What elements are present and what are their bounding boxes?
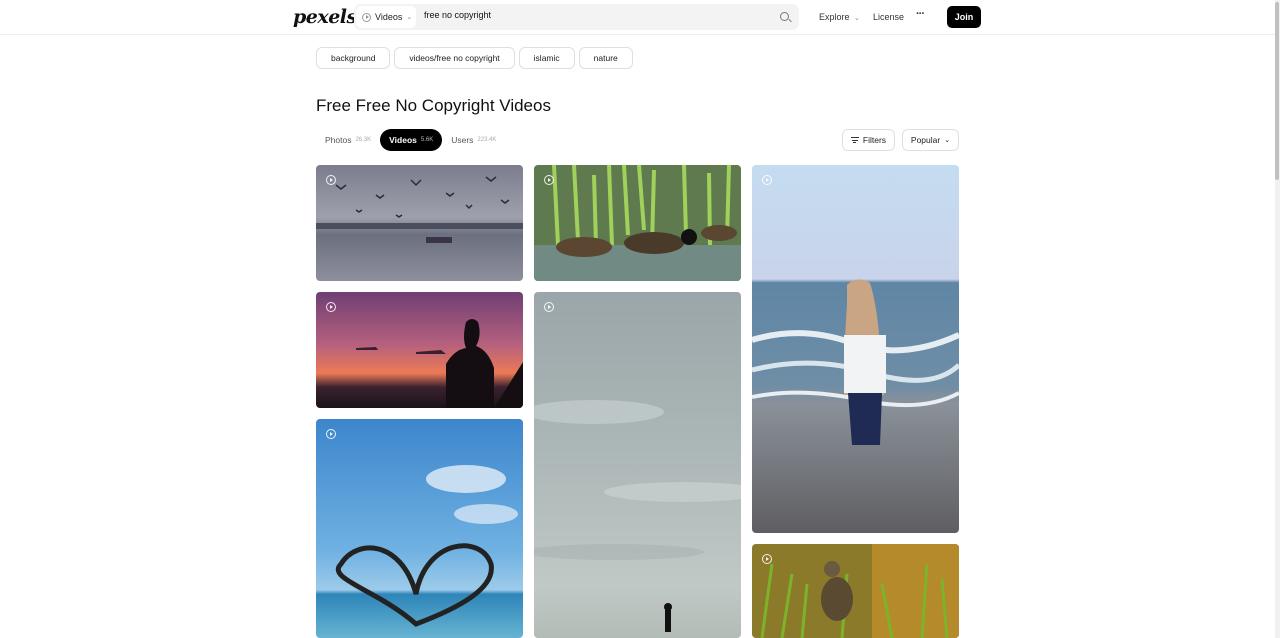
search-bar[interactable]: Videos ⌄	[354, 4, 799, 30]
video-thumbnail-sunset	[316, 292, 523, 408]
scrollbar-thumb[interactable]	[1275, 2, 1279, 180]
tab-count: 5.6K	[420, 137, 434, 143]
filters-button[interactable]: Filters	[842, 129, 895, 151]
play-icon	[326, 302, 336, 312]
video-thumbnail-heart-palm	[316, 419, 523, 638]
search-type-label: Videos	[375, 12, 403, 22]
tab-count: 223.4K	[477, 137, 497, 143]
chevron-down-icon: ⌄	[406, 14, 413, 21]
search-icon[interactable]	[780, 12, 789, 21]
tab-photos[interactable]: Photos 26.3K	[316, 129, 380, 151]
related-search-chip[interactable]: nature	[578, 47, 633, 69]
join-button[interactable]: Join	[947, 6, 981, 28]
video-thumbnail-bird-grass	[752, 544, 959, 638]
play-icon	[762, 554, 772, 564]
tab-users[interactable]: Users 223.4K	[442, 129, 505, 151]
video-thumbnail-geese	[534, 165, 741, 281]
search-input[interactable]	[424, 10, 764, 20]
play-icon	[326, 429, 336, 439]
sort-dropdown[interactable]: Popular ⌄	[902, 129, 959, 151]
sort-label: Popular	[910, 135, 941, 145]
related-searches: background videos/free no copyright isla…	[316, 47, 633, 69]
pexels-logo[interactable]: pexels	[293, 6, 357, 28]
tab-label: Photos	[325, 135, 352, 145]
play-icon	[326, 175, 336, 185]
filter-icon	[850, 137, 859, 143]
tab-label: Users	[451, 135, 474, 145]
explore-label: Explore	[819, 12, 850, 22]
related-search-chip[interactable]: background	[316, 47, 391, 69]
video-card[interactable]	[316, 419, 523, 638]
video-card[interactable]	[316, 165, 523, 281]
tab-count: 26.3K	[355, 137, 372, 143]
tab-label: Videos	[389, 135, 417, 145]
more-menu-icon[interactable]: ···	[916, 8, 925, 20]
play-icon	[762, 175, 772, 185]
chevron-down-icon: ⌄	[854, 15, 860, 22]
play-icon	[544, 302, 554, 312]
video-thumbnail-seagulls	[316, 165, 523, 281]
search-type-dropdown[interactable]: Videos ⌄	[356, 6, 416, 28]
video-type-icon	[362, 12, 371, 22]
video-card[interactable]	[534, 292, 741, 638]
play-icon	[544, 175, 554, 185]
top-navbar: pexels Videos ⌄ Explore ⌄ License ··· Jo…	[0, 0, 1276, 35]
filters-label: Filters	[862, 135, 887, 145]
chevron-down-icon: ⌄	[944, 137, 951, 144]
page-title: Free Free No Copyright Videos	[316, 96, 551, 115]
video-card[interactable]	[752, 544, 959, 638]
tab-videos[interactable]: Videos 5.6K	[380, 129, 443, 151]
related-search-chip[interactable]: islamic	[518, 47, 575, 69]
related-search-chip[interactable]: videos/free no copyright	[394, 47, 515, 69]
explore-menu[interactable]: Explore ⌄	[819, 12, 860, 22]
license-link[interactable]: License	[873, 12, 904, 22]
video-thumbnail-woman-beach	[752, 165, 959, 533]
video-card[interactable]	[752, 165, 959, 533]
video-thumbnail-cloudy-shore	[534, 292, 741, 638]
media-tabs: Photos 26.3K Videos 5.6K Users 223.4K	[316, 129, 505, 151]
video-card[interactable]	[316, 292, 523, 408]
video-card[interactable]	[534, 165, 741, 281]
